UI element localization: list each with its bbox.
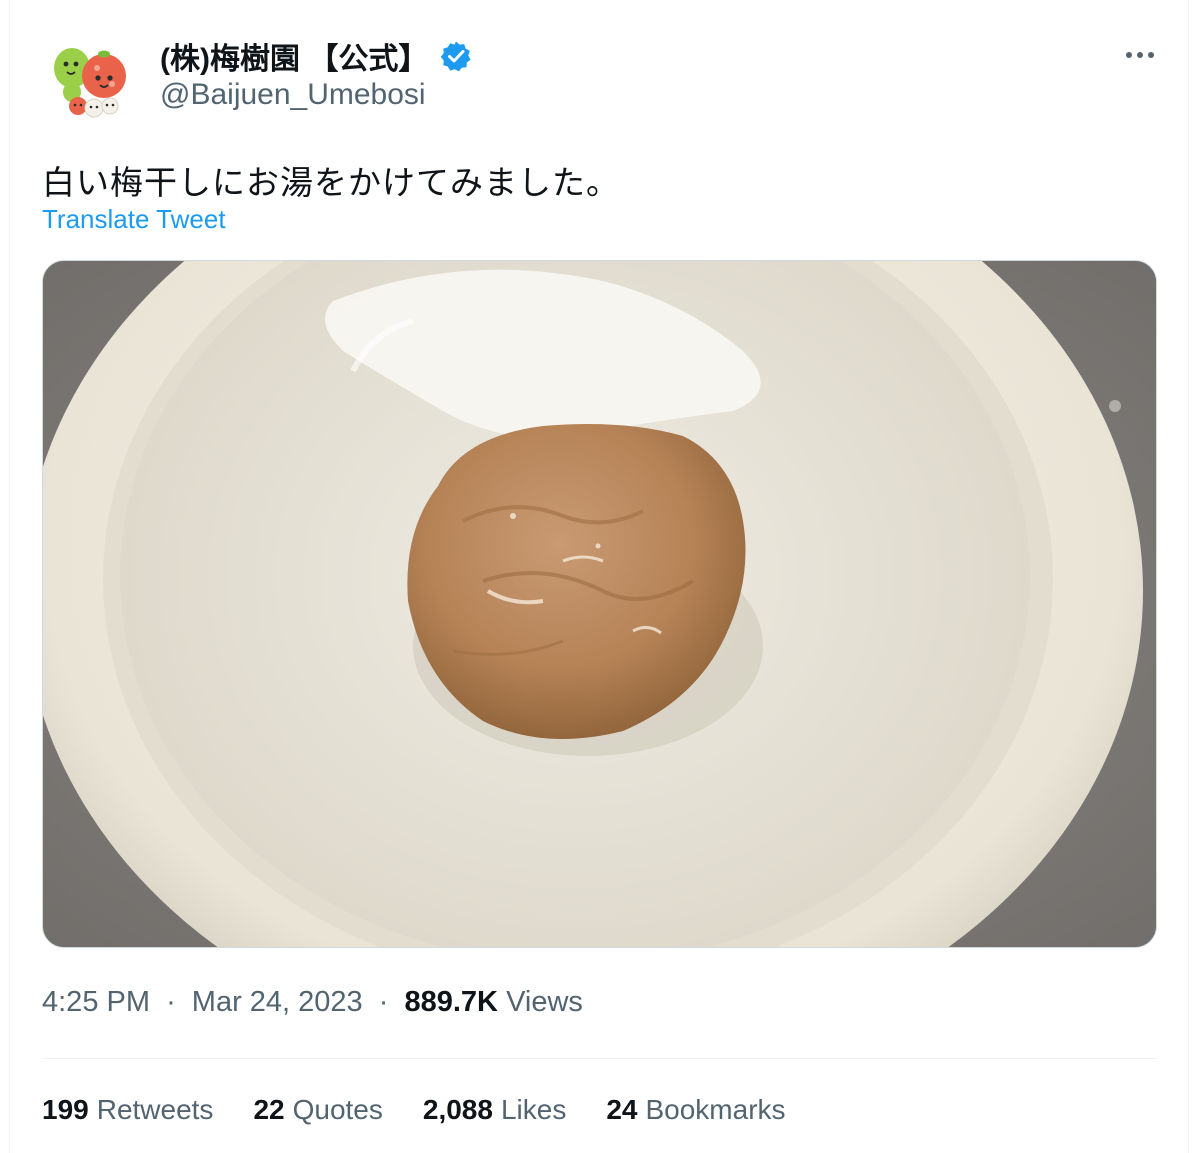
translate-tweet-link[interactable]: Translate Tweet — [42, 204, 226, 235]
retweets-label: Retweets — [96, 1094, 214, 1125]
meta-separator: · — [166, 986, 176, 1018]
quotes-stat[interactable]: 22 Quotes — [253, 1094, 382, 1126]
likes-stat[interactable]: 2,088 Likes — [423, 1094, 566, 1126]
left-border — [9, 0, 10, 1153]
views-count: 889.7K — [404, 986, 498, 1018]
author-name-row: (株)梅樹園 【公式】 — [160, 36, 472, 76]
more-dot — [1148, 52, 1154, 58]
mascot-avatar-icon — [42, 34, 138, 130]
more-dot — [1137, 52, 1143, 58]
retweets-count: 199 — [42, 1094, 89, 1125]
umeboshi-bowl-photo — [43, 261, 1156, 947]
meta-separator: · — [378, 986, 389, 1018]
tweet-detail: (株)梅樹園 【公式】 @Baijuen_Umebosi 白い梅干しにお湯をかけ… — [0, 0, 1200, 1153]
tweet-date[interactable]: Mar 24, 2023 — [192, 986, 363, 1018]
quotes-label: Quotes — [292, 1094, 383, 1125]
engagement-stats: 199 Retweets 22 Quotes 2,088 Likes 24 Bookma… — [42, 1094, 786, 1126]
bookmarks-stat[interactable]: 24 Bookmarks — [606, 1094, 785, 1126]
views-label: Views — [506, 986, 583, 1018]
author-display-name[interactable]: (株)梅樹園 【公式】 — [160, 34, 428, 78]
quotes-count: 22 — [253, 1094, 285, 1125]
right-border — [1188, 0, 1189, 1153]
tweet-meta: 4:25 PM · Mar 24, 2023 · 889.7K Views — [42, 986, 583, 1019]
tweet-time[interactable]: 4:25 PM — [42, 986, 150, 1018]
verified-badge-icon[interactable] — [440, 40, 472, 72]
author-avatar[interactable] — [42, 34, 138, 130]
bookmarks-count: 24 — [606, 1094, 638, 1125]
likes-label: Likes — [500, 1094, 567, 1125]
more-options-icon — [1126, 52, 1132, 58]
more-options-button[interactable] — [1118, 40, 1162, 70]
stats-divider — [42, 1058, 1157, 1059]
bookmarks-label: Bookmarks — [645, 1094, 786, 1125]
author-handle[interactable]: @Baijuen_Umebosi — [160, 78, 426, 112]
likes-count: 2,088 — [422, 1094, 493, 1125]
retweets-stat[interactable]: 199 Retweets — [42, 1094, 213, 1126]
tweet-text: 白い梅干しにお湯をかけてみました。 — [42, 164, 620, 201]
tweet-media-photo[interactable] — [42, 260, 1157, 948]
